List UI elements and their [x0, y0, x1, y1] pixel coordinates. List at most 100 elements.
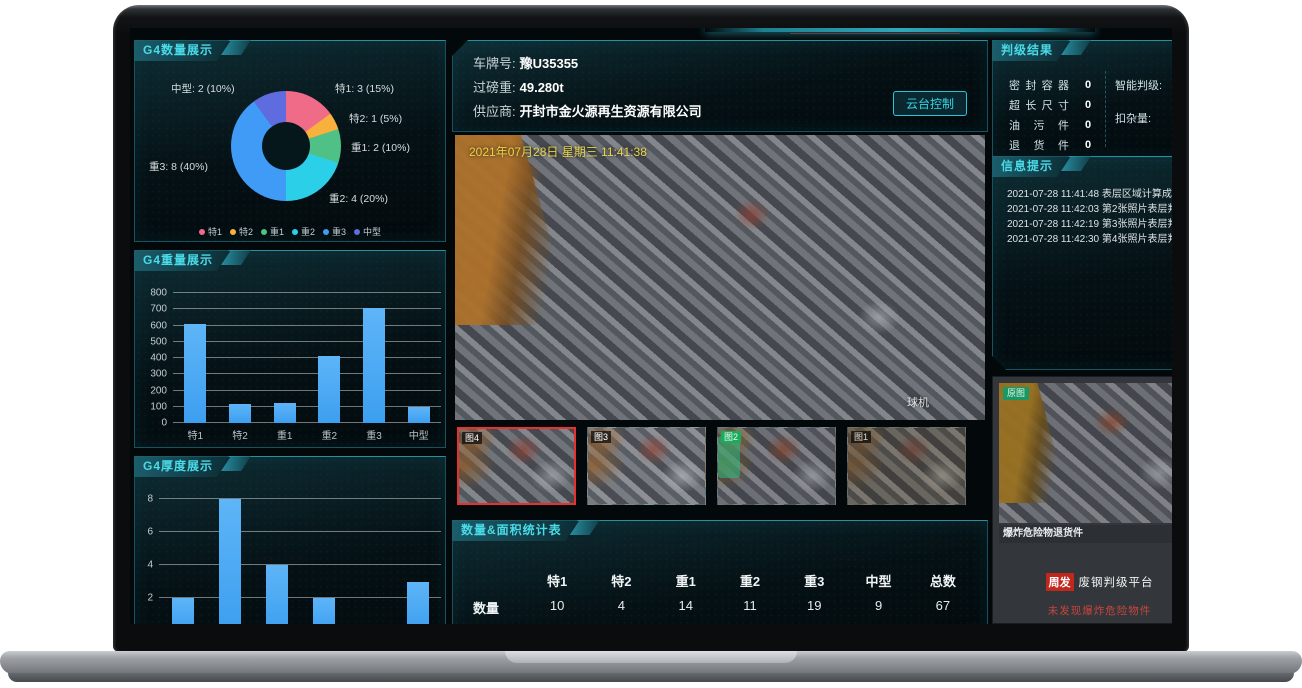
- laptop-screen: G4数量展示 特1: 3 (15%) 特2: 1 (5%) 重1: 2 (10%…: [130, 28, 1172, 624]
- stats-header-cell: 中型: [846, 567, 910, 594]
- y-tick-label: 2: [147, 593, 153, 604]
- thumbnail-4[interactable]: 图1: [847, 427, 966, 505]
- bar: [266, 565, 288, 624]
- dashboard: G4数量展示 特1: 3 (15%) 特2: 1 (5%) 重1: 2 (10%…: [130, 28, 1172, 624]
- legend-item[interactable]: 特1: [199, 225, 222, 238]
- grading-item-value: 0: [1085, 99, 1091, 111]
- donut-legend: 特1 特2 重1 重2 重3 中型: [135, 225, 445, 238]
- stats-cell: 10: [525, 594, 589, 621]
- stats-cell: 14: [654, 594, 718, 621]
- main-camera-image[interactable]: 2021年07月28日 星期三 11:41:38 球机: [455, 135, 985, 420]
- detection-caption: 爆炸危险物退货件: [999, 525, 1172, 543]
- message-item: 2021-07-28 11:41:48 表层区域计算成..: [1007, 187, 1172, 202]
- x-category-label: 重1: [262, 427, 307, 442]
- donut-hole: [262, 122, 310, 170]
- grading-right-label: 智能判级:: [1115, 77, 1162, 93]
- brand-logo-badge: 周发: [1046, 573, 1074, 591]
- y-tick-label: 300: [150, 369, 167, 380]
- panel-quantity-title: G4数量展示: [134, 40, 229, 61]
- y-tick-label: 200: [150, 385, 167, 396]
- stats-cell: [846, 621, 910, 624]
- brand-row: 周发 废钢判级平台: [993, 573, 1172, 591]
- legend-item[interactable]: 中型: [354, 225, 381, 238]
- supplier-label: 供应商:: [473, 104, 516, 119]
- thumbnail-badge: 图4: [462, 432, 482, 444]
- stats-cell: [911, 621, 975, 624]
- stats-header-cell: [465, 567, 525, 594]
- stats-row-label: 面积: [465, 621, 525, 624]
- supplier-value: 开封市金火源再生资源有限公司: [520, 104, 702, 119]
- x-category-label: 特1: [173, 427, 218, 442]
- weigh-label: 过磅重:: [473, 80, 516, 95]
- donut-label-zhong3: 重3: 8 (40%): [149, 159, 208, 174]
- y-tick-label: 600: [150, 320, 167, 331]
- stats-cell: 4: [589, 594, 653, 621]
- stats-header-cell: 重2: [718, 567, 782, 594]
- donut-label-zhong2: 重2: 4 (20%): [329, 191, 388, 206]
- stats-cell: 19: [782, 594, 846, 621]
- header-glow-red-decoration: [790, 33, 960, 34]
- detection-image[interactable]: 原图: [999, 383, 1172, 523]
- y-tick-label: 8: [147, 494, 153, 505]
- thumbnail-3[interactable]: 图2: [717, 427, 836, 505]
- ptz-control-button[interactable]: 云台控制: [893, 91, 967, 116]
- thumbnail-2[interactable]: 图3: [587, 427, 706, 505]
- thickness-plot: 02468: [159, 499, 441, 624]
- bar: [363, 308, 385, 423]
- stats-cell: [782, 621, 846, 624]
- donut-label-zhongxing: 中型: 2 (10%): [171, 81, 235, 96]
- grading-item-label: 密封容器: [1009, 77, 1069, 93]
- legend-item[interactable]: 重1: [261, 225, 284, 238]
- legend-dot: [323, 229, 329, 235]
- grading-item-value: 0: [1085, 139, 1091, 151]
- stats-cell: 9: [846, 594, 910, 621]
- panel-weight: G4重量展示 0100200300400500600700800 特1特2重1重…: [134, 250, 446, 448]
- message-item: 2021-07-28 11:42:19 第3张照片表层判..: [1007, 217, 1172, 232]
- bar: [229, 404, 251, 423]
- bar: [408, 407, 430, 423]
- grading-item: 退货件0: [1009, 137, 1101, 153]
- thumbnail-badge: 图1: [851, 431, 871, 443]
- x-category-label: 中型: [396, 427, 441, 442]
- stats-cell: [525, 621, 589, 624]
- stats-cell: 67: [911, 594, 975, 621]
- y-tick-label: 500: [150, 336, 167, 347]
- thumbnail-1[interactable]: 图4: [457, 427, 576, 505]
- bar: [274, 403, 296, 423]
- x-category-label: 重3: [352, 427, 397, 442]
- weigh-line: 过磅重:49.280t: [473, 77, 564, 96]
- header-glow-decoration: [705, 28, 1095, 32]
- stats-cell: [718, 621, 782, 624]
- stats-header-cell: 特2: [589, 567, 653, 594]
- panel-thickness: G4厚度展示 02468 特1特2重1重2重3中型: [134, 456, 446, 624]
- grading-right-label: 扣杂量:: [1115, 110, 1162, 126]
- message-list: 2021-07-28 11:41:48 表层区域计算成.. 2021-07-28 …: [1007, 187, 1172, 247]
- legend-dot: [230, 229, 236, 235]
- legend-item[interactable]: 重3: [323, 225, 346, 238]
- panel-stats-title: 数量&面积统计表: [452, 520, 578, 541]
- panel-messages: 信息提示 2021-07-28 11:41:48 表层区域计算成..2021-0…: [992, 156, 1172, 370]
- x-category-label: 重2: [307, 427, 352, 442]
- y-tick-label: 100: [150, 401, 167, 412]
- legend-item[interactable]: 重2: [292, 225, 315, 238]
- panel-grading: 判级结果 密封容器0超长尺寸0油污件0退货件0 智能判级:扣杂量:: [992, 40, 1172, 158]
- donut-label-te1: 特1: 3 (15%): [335, 81, 394, 96]
- camera-label: 球机: [907, 394, 929, 410]
- panel-weight-title: G4重量展示: [134, 250, 229, 271]
- panel-detection: 原图 爆炸危险物退货件 周发 废钢判级平台 未发现爆炸危险物件: [992, 376, 1172, 624]
- grading-item: 油污件0: [1009, 117, 1101, 133]
- stats-cell: [589, 621, 653, 624]
- y-tick-label: 0: [161, 418, 167, 429]
- legend-item[interactable]: 特2: [230, 225, 253, 238]
- x-category-label: 特2: [218, 427, 263, 442]
- laptop-base-notch: [505, 651, 797, 663]
- stats-header-cell: 重3: [782, 567, 846, 594]
- plate-line: 车牌号:豫U35355: [473, 53, 578, 72]
- laptop-mockup: G4数量展示 特1: 3 (15%) 特2: 1 (5%) 重1: 2 (10%…: [0, 0, 1302, 688]
- panel-thickness-title: G4厚度展示: [134, 456, 229, 477]
- stats-header-cell: 重1: [654, 567, 718, 594]
- laptop-base-edge: [8, 673, 1294, 682]
- grading-item: 超长尺寸0: [1009, 97, 1101, 113]
- stats-grid: 特1特2重1重2重3中型总数数量104141119967面积: [465, 567, 975, 624]
- legend-dot: [199, 229, 205, 235]
